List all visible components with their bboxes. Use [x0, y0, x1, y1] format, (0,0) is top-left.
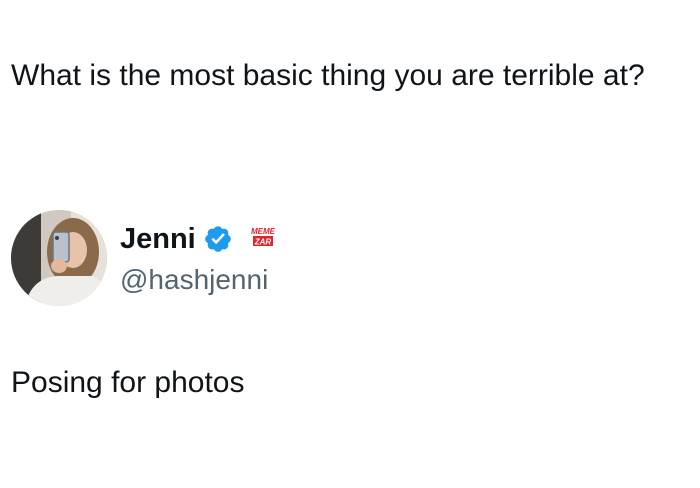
svg-text:ZAR: ZAR [254, 238, 272, 247]
question-text: What is the most basic thing you are ter… [11, 59, 645, 92]
avatar-photo-icon [11, 210, 107, 306]
verified-badge-icon [203, 224, 233, 254]
meme-zar-watermark-icon: MEME ZAR [247, 224, 279, 250]
author-row: Jenni MEME ZAR [120, 219, 279, 259]
svg-text:MEME: MEME [251, 227, 276, 236]
avatar[interactable] [11, 210, 107, 306]
reply-text: Posing for photos [11, 366, 245, 399]
author-handle[interactable]: @hashjenni [120, 261, 268, 299]
display-name[interactable]: Jenni [120, 219, 196, 259]
